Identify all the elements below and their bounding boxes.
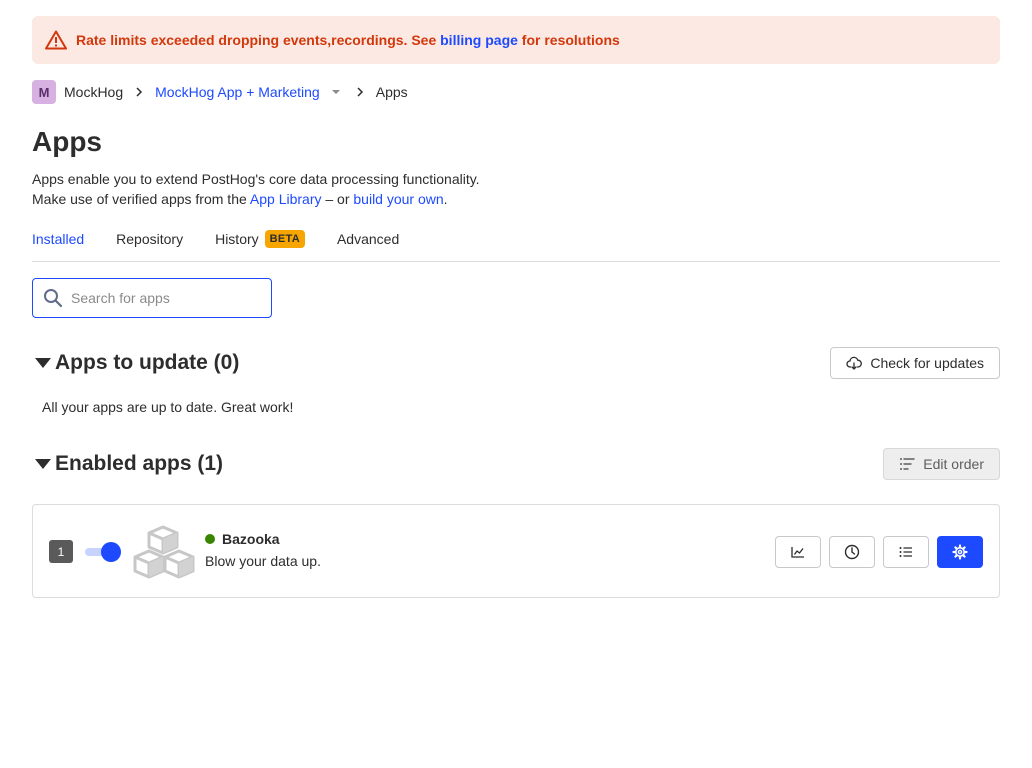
gear-icon — [952, 544, 968, 560]
sort-list-icon — [900, 458, 915, 470]
app-logo-icon — [133, 525, 195, 579]
search-icon — [44, 289, 63, 308]
breadcrumb-project[interactable]: MockHog App + Marketing — [155, 84, 320, 100]
cloud-download-icon — [846, 356, 863, 370]
tab-history[interactable]: History BETA — [215, 226, 305, 261]
banner-message: Rate limits exceeded dropping events,rec… — [76, 32, 620, 48]
page-description: Apps enable you to extend PostHog's core… — [32, 171, 480, 207]
warning-triangle-icon — [44, 28, 68, 52]
status-dot — [205, 534, 215, 544]
tab-installed[interactable]: Installed — [32, 226, 84, 261]
line-chart-icon — [791, 547, 804, 558]
edit-order-button[interactable]: Edit order — [883, 448, 1000, 480]
caret-down-icon — [35, 459, 51, 469]
history-button[interactable] — [829, 536, 875, 568]
chevron-right-icon — [131, 84, 147, 100]
app-info: Bazooka Blow your data up. — [205, 531, 321, 569]
chevron-right-icon — [352, 84, 368, 100]
app-name: Bazooka — [222, 531, 280, 547]
apps-to-update-toggle[interactable]: Apps to update (0) — [32, 351, 239, 375]
search-box[interactable] — [32, 278, 272, 318]
up-to-date-message: All your apps are up to date. Great work… — [42, 399, 294, 415]
settings-button[interactable] — [937, 536, 983, 568]
app-order-badge: 1 — [49, 540, 73, 563]
check-for-updates-button[interactable]: Check for updates — [830, 347, 1000, 379]
billing-page-link[interactable]: billing page — [440, 32, 518, 48]
app-enabled-toggle[interactable] — [85, 541, 121, 563]
caret-down-icon[interactable] — [330, 86, 342, 98]
metrics-button[interactable] — [775, 536, 821, 568]
app-description: Blow your data up. — [205, 553, 321, 569]
app-card: 1 Bazooka Blow your data up. — [32, 504, 1000, 598]
tab-repository[interactable]: Repository — [116, 226, 183, 261]
app-library-link[interactable]: App Library — [250, 191, 322, 207]
org-avatar[interactable]: M — [32, 80, 56, 104]
clock-icon — [844, 544, 860, 560]
app-actions — [775, 536, 983, 568]
breadcrumb: M MockHog MockHog App + Marketing Apps — [32, 80, 408, 104]
search-input[interactable] — [71, 290, 251, 306]
list-icon — [899, 547, 912, 557]
enabled-apps-title: Enabled apps (1) — [55, 452, 224, 475]
apps-to-update-header: Apps to update (0) Check for updates — [32, 347, 1000, 379]
beta-badge: BETA — [264, 230, 305, 248]
enabled-apps-header: Enabled apps (1) Edit order — [32, 448, 1000, 480]
apps-to-update-title: Apps to update (0) — [55, 351, 240, 374]
rate-limit-banner: Rate limits exceeded dropping events,rec… — [32, 16, 1000, 64]
caret-down-icon — [35, 358, 51, 368]
logs-button[interactable] — [883, 536, 929, 568]
enabled-apps-toggle[interactable]: Enabled apps (1) — [32, 452, 223, 476]
page-title: Apps — [32, 126, 102, 157]
breadcrumb-org[interactable]: MockHog — [64, 84, 123, 100]
build-your-own-link[interactable]: build your own — [353, 191, 443, 207]
breadcrumb-current: Apps — [375, 84, 408, 100]
tab-bar: Installed Repository History BETA Advance… — [32, 226, 1000, 262]
tab-advanced[interactable]: Advanced — [337, 226, 399, 261]
